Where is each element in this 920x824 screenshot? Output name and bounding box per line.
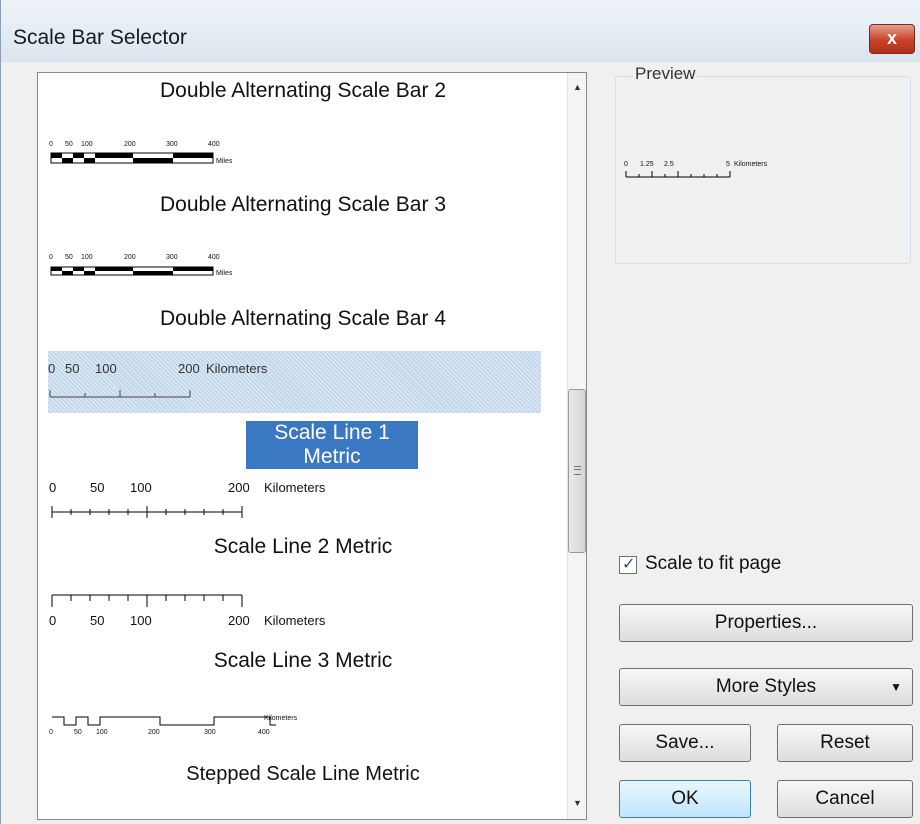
scrollbar-thumb[interactable] [568,389,586,553]
ok-button[interactable]: OK [619,780,751,818]
scale-bar-style-list[interactable]: Double Alternating Scale Bar 2 0 50 100 … [37,72,587,820]
unit-label: Kilometers [206,361,268,376]
tick-label: 400 [208,141,220,148]
tick-label: 200 [124,141,136,148]
cancel-button-label: Cancel [815,788,875,809]
tick-label: 0 [49,613,57,628]
reset-button-label: Reset [820,732,870,753]
tick-label: 50 [90,480,105,495]
tick-label: 0 [49,254,53,261]
scroll-down-arrow-icon[interactable]: ▼ [570,795,585,811]
tick-label: 0 [49,729,53,736]
preview-tick-label: 1.25 [640,161,654,168]
tick-label: 200 [228,613,250,628]
tick-label: 300 [166,141,178,148]
tick-label: 300 [204,729,216,736]
selected-item-highlight[interactable]: 0 50 100 200 Kilometers [48,351,541,413]
tick-label: 200 [228,480,250,495]
preview-unit-label: Kilometers [734,161,768,168]
scale-bar-graphic [50,152,214,164]
tick-label: 200 [124,254,136,261]
title-bar: Scale Bar Selector x [1,0,920,62]
preview-tick-label: 0 [624,161,628,168]
save-button-label: Save... [655,732,715,753]
tick-label: 0 [49,480,57,495]
preview-scale-line-graphic [625,171,731,178]
tick-label: 200 [178,361,200,376]
preview-tick-label: 5 [726,161,730,168]
scale-line-graphic [51,506,243,518]
tick-label: 400 [208,254,220,261]
tick-label: 300 [166,254,178,261]
scale-bar-graphic [50,266,214,276]
tick-label: 200 [148,729,160,736]
properties-button[interactable]: Properties... [619,604,913,642]
tick-label: 100 [130,480,152,495]
checkmark-icon: ✓ [622,556,636,573]
grip-icon [574,466,581,475]
reset-button[interactable]: Reset [777,724,913,762]
unit-label: Kilometers [264,480,326,495]
list-item-label[interactable]: Scale Line 2 Metric [38,535,568,559]
tick-label: 100 [81,141,93,148]
save-button[interactable]: Save... [619,724,751,762]
ok-button-label: OK [671,788,699,809]
list-vertical-scrollbar[interactable]: ▲ ▼ [567,73,586,819]
unit-label: Miles [216,158,233,165]
scale-bar-selector-dialog: Scale Bar Selector x Double Alternating … [0,0,920,824]
list-item-label[interactable]: Scale Line 3 Metric [38,649,568,673]
list-item-label[interactable]: Double Alternating Scale Bar 4 [38,307,568,331]
list-item-label[interactable]: Double Alternating Scale Bar 3 [38,193,568,217]
tick-label: 50 [90,613,105,628]
stepped-scale-line-graphic [52,716,276,726]
dropdown-arrow-icon: ▼ [890,680,902,694]
unit-label: Miles [216,270,233,277]
tick-label: 100 [96,729,108,736]
tick-label: 50 [65,141,73,148]
preview-box: 0 1.25 2.5 5 Kilometers [615,76,911,264]
tick-label: 400 [258,729,270,736]
unit-label: Kilometers [264,613,326,628]
scale-line-graphic [49,390,191,398]
tick-label: 50 [65,361,80,376]
list-item-label[interactable]: Double Alternating Scale Bar 2 [38,79,568,103]
dialog-title: Scale Bar Selector [13,26,187,49]
tick-label: 50 [65,254,73,261]
tick-label: 100 [130,613,152,628]
scale-to-fit-checkbox[interactable]: ✓ [619,556,637,574]
list-content: Double Alternating Scale Bar 2 0 50 100 … [38,73,568,819]
more-styles-button-label: More Styles [715,676,817,697]
preview-tick-label: 2.5 [664,161,674,168]
unit-label: Kilometers [264,715,298,722]
tick-label: 50 [74,729,82,736]
properties-button-label: Properties... [714,612,818,633]
tick-label: 100 [81,254,93,261]
tick-label: 100 [95,361,117,376]
list-item-label[interactable]: Stepped Scale Line Metric [38,763,568,786]
scroll-up-arrow-icon[interactable]: ▲ [570,79,585,95]
close-icon: x [886,28,897,48]
list-item-label-selected[interactable]: Scale Line 1 Metric [246,421,418,469]
preview-legend: Preview [633,64,698,84]
scale-line-graphic [51,594,243,607]
tick-label: 0 [49,141,53,148]
cancel-button[interactable]: Cancel [777,780,913,818]
scale-to-fit-label[interactable]: Scale to fit page [645,553,781,575]
more-styles-button[interactable]: More Styles ▼ [619,668,913,706]
tick-label: 0 [48,361,56,376]
close-button[interactable]: x [869,24,915,54]
